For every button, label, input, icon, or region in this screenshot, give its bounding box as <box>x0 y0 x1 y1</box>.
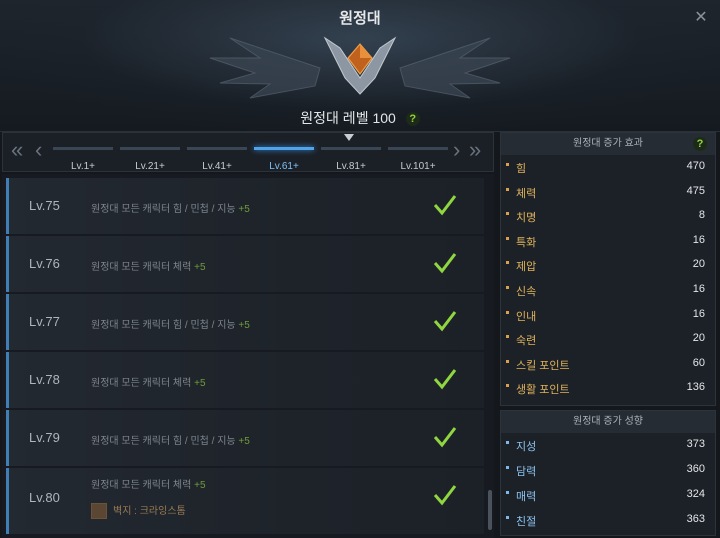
tab-lv1[interactable]: Lv.1+ <box>51 147 115 172</box>
stat-row: 신속 16 <box>501 278 715 303</box>
level-tab-bar: « ‹ Lv.1+ Lv.21+ Lv.41+ Lv.61+ Lv.81+ Lv… <box>2 132 494 172</box>
help-icon[interactable]: ? <box>693 137 707 151</box>
close-icon[interactable]: ✕ <box>692 9 710 27</box>
level-label: Lv.78 <box>29 372 60 387</box>
check-icon <box>433 369 457 390</box>
wallpaper-reward[interactable]: 벽지 : 크라잉스톰 <box>91 502 186 520</box>
tab-lv81[interactable]: Lv.81+ <box>319 147 383 172</box>
list-item: Lv.77 원정대 모든 캐릭터 힘 / 민첩 / 지능 +5 <box>6 294 484 350</box>
help-icon[interactable]: ? <box>405 112 420 126</box>
expedition-level: 원정대 레벨 100 ? <box>0 108 720 128</box>
effects-panel-header: 원정대 증가 효과 ? <box>501 133 715 155</box>
reward-description: 원정대 모든 캐릭터 체력 +5 <box>91 378 206 389</box>
list-item: Lv.80 원정대 모든 캐릭터 체력 +5 벽지 : 크라잉스톰 <box>6 468 484 534</box>
list-item: Lv.75 원정대 모든 캐릭터 힘 / 민첩 / 지능 +5 <box>6 178 484 234</box>
last-page-icon[interactable]: » <box>469 139 481 161</box>
stat-row: 숙련 20 <box>501 327 715 352</box>
stat-row: 제압 20 <box>501 253 715 278</box>
reward-description: 원정대 모든 캐릭터 힘 / 민첩 / 지능 +5 <box>91 320 250 331</box>
reward-description: 원정대 모든 캐릭터 힘 / 민첩 / 지능 +5 <box>91 436 250 447</box>
tab-pointer-icon <box>344 134 354 141</box>
effects-panel: 원정대 증가 효과 ? 힘 470 체력 475 치명 8 특화 16 제압 20 신속 1… <box>500 132 716 406</box>
tab-label: Lv.81+ <box>336 161 366 172</box>
reward-description: 원정대 모든 캐릭터 힘 / 민첩 / 지능 +5 <box>91 204 250 215</box>
check-icon <box>433 485 457 506</box>
check-icon <box>433 427 457 448</box>
tab-label: Lv.41+ <box>202 161 232 172</box>
wallpaper-icon <box>91 503 107 520</box>
reward-description: 원정대 모든 캐릭터 체력 +5 <box>91 480 206 491</box>
expedition-level-label: 원정대 레벨 100 <box>300 110 396 126</box>
effects-panel-title: 원정대 증가 효과 <box>573 138 643 149</box>
tendency-row: 지성 373 <box>501 433 715 458</box>
prev-page-icon[interactable]: ‹ <box>35 139 42 161</box>
reward-description: 원정대 모든 캐릭터 체력 +5 <box>91 262 206 273</box>
tendency-panel-header: 원정대 증가 성향 <box>501 411 715 433</box>
stat-row: 체력 475 <box>501 180 715 205</box>
check-icon <box>433 195 457 216</box>
wallpaper-reward-label: 벽지 : 크라잉스톰 <box>113 506 186 517</box>
tab-lv101[interactable]: Lv.101+ <box>386 147 450 172</box>
tendency-row: 담력 360 <box>501 458 715 483</box>
level-label: Lv.75 <box>29 198 60 213</box>
tab-label: Lv.101+ <box>400 161 436 172</box>
tab-label: Lv.61+ <box>269 161 299 172</box>
check-icon <box>433 311 457 332</box>
tab-lv61[interactable]: Lv.61+ <box>252 147 316 172</box>
tab-label: Lv.21+ <box>135 161 165 172</box>
level-reward-list[interactable]: Lv.75 원정대 모든 캐릭터 힘 / 민첩 / 지능 +5 Lv.76 원정… <box>2 174 494 538</box>
level-label: Lv.80 <box>29 490 60 505</box>
tendency-panel-title: 원정대 증가 성향 <box>573 416 643 427</box>
tendency-row: 매력 324 <box>501 483 715 508</box>
stat-row: 힘 470 <box>501 155 715 180</box>
first-page-icon[interactable]: « <box>11 139 23 161</box>
next-page-icon[interactable]: › <box>453 139 460 161</box>
stat-row: 생활 포인트 136 <box>501 376 715 401</box>
list-item: Lv.76 원정대 모든 캐릭터 체력 +5 <box>6 236 484 292</box>
stat-row: 치명 8 <box>501 204 715 229</box>
level-label: Lv.79 <box>29 430 60 445</box>
stat-row: 스킬 포인트 60 <box>501 352 715 377</box>
stat-row: 특화 16 <box>501 229 715 254</box>
header: 원정대 ✕ 원정대 레벨 100 ? <box>0 0 720 132</box>
list-item: Lv.79 원정대 모든 캐릭터 힘 / 민첩 / 지능 +5 <box>6 410 484 466</box>
tendency-panel: 원정대 증가 성향 지성 373 담력 360 매력 324 친절 363 <box>500 410 716 536</box>
level-label: Lv.77 <box>29 314 60 329</box>
tendency-row: 친절 363 <box>501 508 715 533</box>
tab-lv21[interactable]: Lv.21+ <box>118 147 182 172</box>
tab-label: Lv.1+ <box>71 161 95 172</box>
list-item: Lv.78 원정대 모든 캐릭터 체력 +5 <box>6 352 484 408</box>
level-label: Lv.76 <box>29 256 60 271</box>
check-icon <box>433 253 457 274</box>
tab-lv41[interactable]: Lv.41+ <box>185 147 249 172</box>
stat-row: 인내 16 <box>501 303 715 328</box>
expedition-emblem-icon <box>209 36 511 99</box>
list-scrollbar[interactable] <box>488 490 492 530</box>
